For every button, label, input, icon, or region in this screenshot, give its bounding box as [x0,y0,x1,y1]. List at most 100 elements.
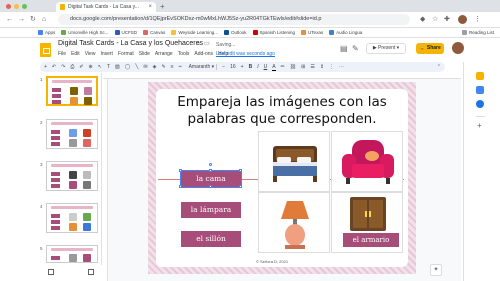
comment-add-icon[interactable]: ✎ [352,44,359,54]
slide-thumbnail[interactable] [46,119,98,149]
bookmark-item[interactable]: Canvas [143,30,165,35]
resize-handle[interactable] [239,169,242,172]
undo-icon[interactable]: ↶ [52,64,56,70]
slides-logo-icon[interactable] [40,43,51,57]
calendar-icon[interactable] [476,100,484,108]
highlight-icon[interactable]: ✏ [281,64,285,70]
slide-thumbnail[interactable] [46,203,98,233]
menu-arrange[interactable]: Arrange [155,51,173,57]
link-icon[interactable]: ⛓ [290,64,296,70]
extension-icon[interactable]: ◆ [420,15,425,24]
font-size-decrease-icon[interactable]: − [222,64,225,70]
bookmark-item[interactable]: Spanish Listening [252,30,295,35]
bookmark-item[interactable]: Outlook [224,30,247,35]
puzzle-icon[interactable]: ✚ [444,15,450,24]
textbox-icon[interactable]: T [107,64,110,70]
maximize-window-button[interactable] [22,4,27,9]
address-bar[interactable]: docs.google.com/presentation/d/1QEjprEvS… [58,14,410,25]
comment-icon[interactable]: ✉ [143,64,147,70]
slide-thumbnail[interactable] [46,161,98,191]
document-title[interactable]: Digital Task Cards - La Casa y los Queha… [58,40,203,47]
reload-icon[interactable]: ↻ [30,15,36,24]
browser-tab[interactable]: Digital Task Cards - La Casa y... × [56,2,156,12]
present-button[interactable]: ▶ Present ▾ [366,43,406,54]
paint-format-icon[interactable]: ✐ [79,64,83,70]
word-tag-el-armario[interactable]: el armario [343,233,399,247]
resize-handle[interactable] [239,185,242,188]
menu-view[interactable]: View [85,51,96,57]
comment-insert-icon[interactable]: ⊞ [301,64,305,70]
bookmark-item[interactable]: UCFSD [114,30,137,35]
profile-avatar[interactable] [458,15,467,24]
select-icon[interactable]: ↖ [98,64,102,70]
comments-icon[interactable]: ▤ [340,44,348,54]
font-select[interactable]: Amaranth ▾ [187,64,218,70]
menu-edit[interactable]: Edit [71,51,80,57]
bookmark-item[interactable]: Audio Lingua [329,30,362,35]
text-color-button[interactable]: A [272,64,276,71]
minimize-window-button[interactable] [14,4,19,9]
close-window-button[interactable] [6,4,11,9]
fill-color-icon[interactable]: ◈ [153,64,157,70]
menu-addons[interactable]: Add-ons [194,51,213,57]
bookmark-item[interactable]: Weyside Learning... [171,30,218,35]
user-avatar[interactable] [452,42,464,54]
align-icon[interactable]: ☰ [310,64,314,70]
add-addon-icon[interactable]: + [477,122,482,130]
menu-slide[interactable]: Slide [139,51,150,57]
bookmark-item[interactable]: Apps [38,30,55,35]
border-weight-icon[interactable]: ≡ [171,64,174,70]
underline-button[interactable]: U [264,64,268,70]
more-icon[interactable]: ⋯ [339,64,344,70]
menu-file[interactable]: File [58,51,66,57]
keep-icon[interactable] [476,72,484,80]
resize-handle[interactable] [209,185,212,188]
last-edit-link[interactable]: Last edit was seconds ago [216,51,275,57]
line-spacing-icon[interactable]: ⇕ [320,64,324,70]
resize-handle[interactable] [179,185,182,188]
home-icon[interactable]: ⌂ [42,15,46,24]
star-icon[interactable]: ☆ [432,15,438,24]
redo-icon[interactable]: ↷ [61,64,65,70]
resize-handle[interactable] [209,169,212,172]
reading-list-button[interactable]: Reading List [461,30,494,35]
bold-button[interactable]: B [249,64,253,70]
lamp-image[interactable] [259,193,331,254]
rotate-handle[interactable] [209,163,212,166]
print-icon[interactable]: ⎙ [70,64,74,70]
more-menu-icon[interactable]: ⋮ [474,15,481,24]
collapse-icon[interactable]: ⌃ [437,64,441,70]
font-size-increase-icon[interactable]: + [241,64,244,70]
list-icon[interactable]: ⋮ [329,64,334,70]
image-icon[interactable]: ▨ [115,64,120,70]
new-tab-button[interactable]: + [160,2,165,11]
menu-tools[interactable]: Tools [178,51,190,57]
slide-thumbnail[interactable] [46,245,98,263]
slide-thumbnail[interactable] [46,76,98,106]
share-button[interactable]: 🔒 Share [416,43,444,54]
menu-insert[interactable]: Insert [100,51,113,57]
grid-view-icon[interactable] [48,269,54,275]
font-size-input[interactable]: 16 [230,64,236,70]
shape-icon[interactable]: ◯ [125,64,131,70]
star-icon[interactable]: ☆ [196,39,201,49]
italic-button[interactable]: I [257,64,258,70]
tasks-icon[interactable] [476,86,484,94]
move-folder-icon[interactable]: ▭ [204,39,210,49]
new-slide-icon[interactable]: + [44,64,47,70]
explore-icon[interactable]: ✦ [430,264,442,276]
filmstrip-view-icon[interactable] [88,269,94,275]
back-arrow-icon[interactable]: ← [6,15,13,24]
armchair-image[interactable] [332,132,404,193]
bookmark-item[interactable]: UTexas [301,30,323,35]
zoom-icon[interactable]: ⊕ [89,64,93,70]
menu-format[interactable]: Format [118,51,134,57]
resize-handle[interactable] [179,169,182,172]
bookmark-item[interactable]: Unionville High Sc... [61,30,109,35]
tab-close-icon[interactable]: × [148,4,152,10]
word-tag-el-sillon[interactable]: el sillón [181,231,241,247]
border-dash-icon[interactable]: ┅ [179,64,182,70]
word-tag-la-lampara[interactable]: la lámpara [181,202,241,218]
slide-heading[interactable]: Empareja las imágenes con las palabras q… [160,94,404,128]
forward-arrow-icon[interactable]: → [18,15,25,24]
